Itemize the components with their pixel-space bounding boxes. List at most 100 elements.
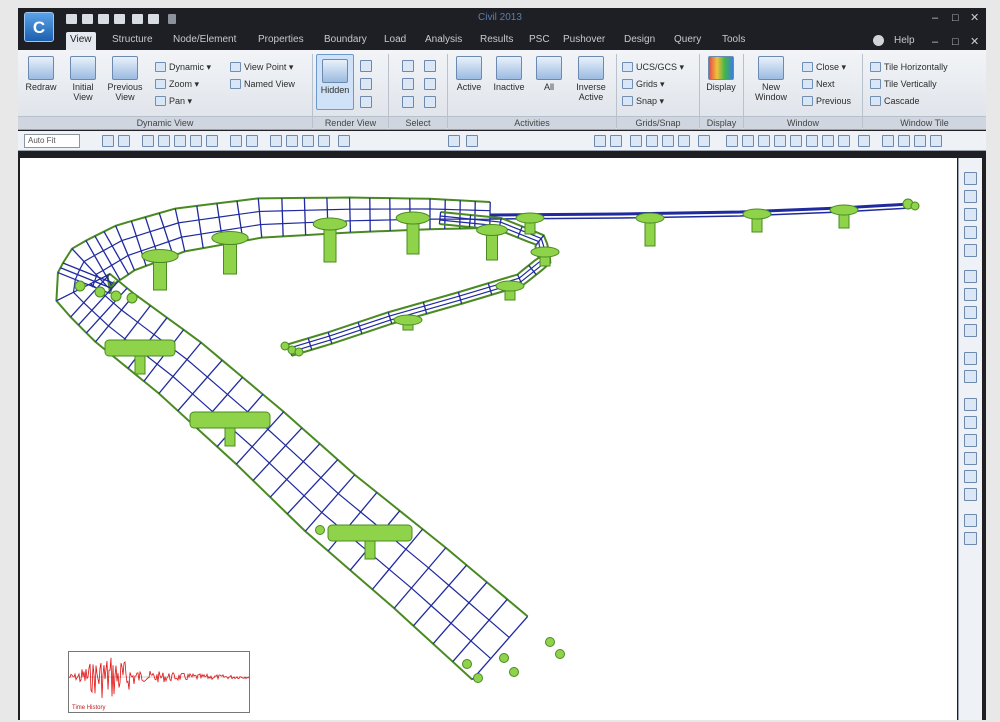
ribbon-restore-icon[interactable]: □	[952, 36, 959, 48]
toolbar-node-icon[interactable]	[594, 135, 606, 147]
toolbar-reaction-icon[interactable]	[838, 135, 850, 147]
maximize-icon[interactable]: □	[952, 12, 959, 24]
side-zoom-out-icon[interactable]	[964, 190, 977, 203]
side-zoom-fit-icon[interactable]	[964, 226, 977, 239]
next-window-button[interactable]: Next	[802, 77, 835, 91]
toolbar-save-icon[interactable]	[102, 135, 114, 147]
side-view-bottom-icon[interactable]	[964, 488, 977, 501]
tab-structure[interactable]: Structure	[112, 34, 153, 50]
side-layer-icon[interactable]	[964, 370, 977, 383]
toolbar-pointer-icon[interactable]	[338, 135, 350, 147]
help-menu[interactable]: Help	[894, 35, 915, 46]
toolbar-report-icon[interactable]	[882, 135, 894, 147]
side-zoom-in-icon[interactable]	[964, 172, 977, 185]
toolbar-graph-icon[interactable]	[898, 135, 910, 147]
tab-tools[interactable]: Tools	[722, 34, 745, 50]
toolbar-cursor-icon[interactable]	[448, 135, 460, 147]
select-plane-icon[interactable]	[424, 60, 436, 72]
previous-window-button[interactable]: Previous	[802, 94, 851, 108]
zoom-button[interactable]: Zoom ▾	[155, 77, 199, 91]
close-icon[interactable]: ✕	[970, 12, 979, 24]
inverse-active-button[interactable]: Inverse Active	[572, 56, 610, 102]
cascade-button[interactable]: Cascade	[870, 94, 920, 108]
side-axis-icon[interactable]	[964, 324, 977, 337]
tab-design[interactable]: Design	[624, 34, 655, 50]
side-zoom-window-icon[interactable]	[964, 208, 977, 221]
tab-view[interactable]: View	[66, 32, 96, 50]
previous-view-button[interactable]: Previous View	[106, 56, 144, 102]
side-rotate-icon[interactable]	[964, 288, 977, 301]
save-as-icon[interactable]	[114, 14, 125, 24]
hidden-button[interactable]: Hidden	[316, 54, 354, 110]
toolbar-zoom-out-icon[interactable]	[190, 135, 202, 147]
toolbar-option-icon[interactable]	[930, 135, 942, 147]
ribbon-minimize-icon[interactable]: –	[932, 36, 938, 48]
toolbar-copy-icon[interactable]	[118, 135, 130, 147]
side-redo-view-icon[interactable]	[964, 532, 977, 545]
toolbar-element-icon[interactable]	[610, 135, 622, 147]
tab-node-element[interactable]: Node/Element	[173, 34, 236, 50]
customize-quick-access-icon[interactable]	[168, 14, 176, 24]
new-window-button[interactable]: New Window	[752, 56, 790, 102]
view-point-button[interactable]: View Point ▾	[230, 60, 293, 74]
help-icon[interactable]	[873, 35, 884, 46]
toolbar-bottom-view-icon[interactable]	[318, 135, 330, 147]
grids-button[interactable]: Grids ▾	[622, 77, 665, 91]
tab-boundary[interactable]: Boundary	[324, 34, 367, 50]
render-mode-icon[interactable]	[360, 60, 372, 72]
side-view-right-icon[interactable]	[964, 434, 977, 447]
toolbar-unselect-icon[interactable]	[466, 135, 478, 147]
save-icon[interactable]	[98, 14, 109, 24]
inactive-button[interactable]: Inactive	[490, 56, 528, 92]
side-pan-icon[interactable]	[964, 244, 977, 257]
select-intersect-icon[interactable]	[424, 78, 436, 90]
zoom-level-combo[interactable]: Auto Fit	[24, 134, 80, 148]
toolbar-rotate-icon[interactable]	[206, 135, 218, 147]
tile-vertically-button[interactable]: Tile Vertically	[870, 77, 937, 91]
side-undo-view-icon[interactable]	[964, 514, 977, 527]
dynamic-button[interactable]: Dynamic ▾	[155, 60, 211, 74]
tab-query[interactable]: Query	[674, 34, 701, 50]
toolbar-solid-icon[interactable]	[662, 135, 674, 147]
toolbar-table-icon[interactable]	[858, 135, 870, 147]
side-view-front-icon[interactable]	[964, 398, 977, 411]
toolbar-back-view-icon[interactable]	[302, 135, 314, 147]
toolbar-contour-icon[interactable]	[774, 135, 786, 147]
print-icon[interactable]	[132, 14, 143, 24]
initial-view-button[interactable]: Initial View	[64, 56, 102, 102]
select-single-icon[interactable]	[402, 60, 414, 72]
toolbar-top-view-icon[interactable]	[246, 135, 258, 147]
side-view-back-icon[interactable]	[964, 470, 977, 483]
side-view-iso-icon[interactable]	[964, 452, 977, 465]
display-button[interactable]: Display	[702, 56, 740, 92]
toolbar-support-icon[interactable]	[698, 135, 710, 147]
side-pin-icon[interactable]	[964, 306, 977, 319]
shading-icon[interactable]	[360, 96, 372, 108]
pan-button[interactable]: Pan ▾	[155, 94, 192, 108]
toolbar-zoom-fit-icon[interactable]	[158, 135, 170, 147]
toolbar-plate-icon[interactable]	[646, 135, 658, 147]
side-grid-icon[interactable]	[964, 352, 977, 365]
print-preview-icon[interactable]	[148, 14, 159, 24]
toolbar-export-icon[interactable]	[914, 135, 926, 147]
new-file-icon[interactable]	[66, 14, 77, 24]
named-view-button[interactable]: Named View	[230, 77, 295, 91]
toolbar-zoom-in-icon[interactable]	[174, 135, 186, 147]
ucs-gcs-button[interactable]: UCS/GCS ▾	[622, 60, 684, 74]
toolbar-deform-icon[interactable]	[758, 135, 770, 147]
tab-load[interactable]: Load	[384, 34, 406, 50]
toolbar-result-icon[interactable]	[742, 135, 754, 147]
toolbar-front-view-icon[interactable]	[270, 135, 282, 147]
toolbar-shear-icon[interactable]	[806, 135, 818, 147]
model-viewport[interactable]: Time History	[20, 158, 957, 720]
perspective-icon[interactable]	[360, 78, 372, 90]
select-identity-icon[interactable]	[424, 96, 436, 108]
select-polygon-icon[interactable]	[402, 96, 414, 108]
snap-button[interactable]: Snap ▾	[622, 94, 664, 108]
app-logo-icon[interactable]: C	[24, 12, 54, 42]
redraw-button[interactable]: Redraw	[22, 56, 60, 92]
toolbar-iso-view-icon[interactable]	[230, 135, 242, 147]
toolbar-moment-icon[interactable]	[822, 135, 834, 147]
ribbon-close-icon[interactable]: ✕	[970, 36, 979, 48]
tab-analysis[interactable]: Analysis	[425, 34, 462, 50]
